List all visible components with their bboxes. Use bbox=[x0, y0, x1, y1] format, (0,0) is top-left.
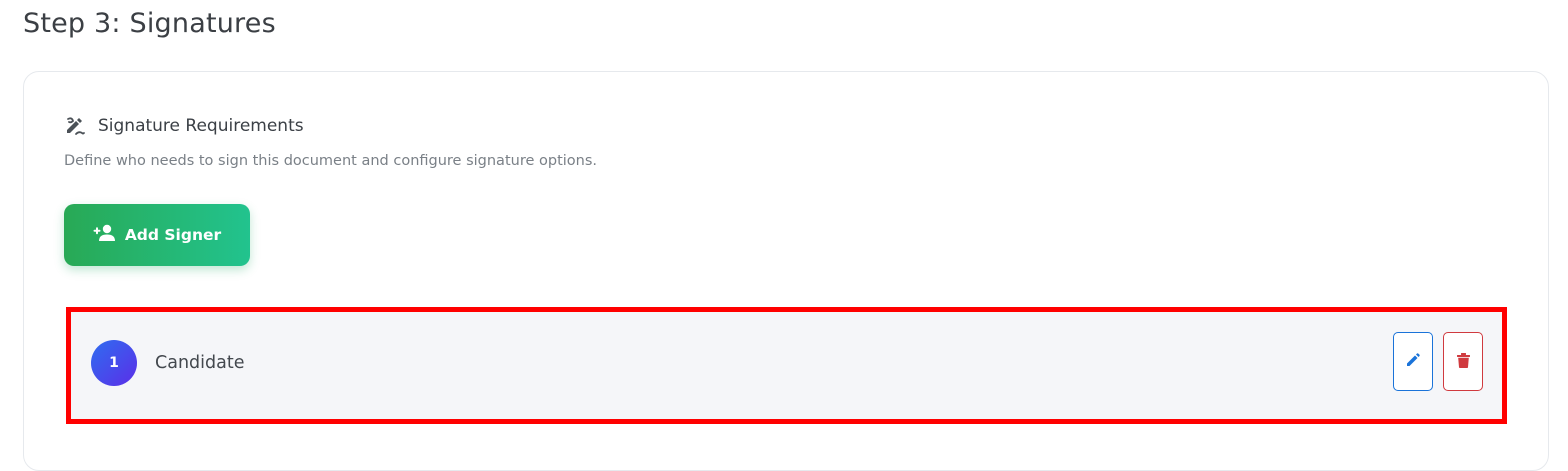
signature-pen-icon bbox=[64, 115, 86, 137]
trash-icon bbox=[1456, 352, 1470, 371]
section-description: Define who needs to sign this document a… bbox=[64, 153, 598, 169]
page-title: Step 3: Signatures bbox=[23, 8, 276, 39]
edit-signer-button[interactable] bbox=[1393, 332, 1433, 391]
section-title: Signature Requirements bbox=[98, 116, 304, 136]
signer-name: Candidate bbox=[155, 353, 245, 373]
pencil-icon bbox=[1406, 353, 1420, 370]
delete-signer-button[interactable] bbox=[1443, 332, 1483, 391]
add-signer-button[interactable]: Add Signer bbox=[64, 204, 250, 266]
signer-number-badge: 1 bbox=[91, 340, 137, 386]
user-plus-icon bbox=[93, 223, 117, 247]
section-header: Signature Requirements bbox=[64, 113, 304, 139]
signer-row: 1 Candidate bbox=[66, 307, 1507, 424]
add-signer-label: Add Signer bbox=[124, 226, 222, 244]
